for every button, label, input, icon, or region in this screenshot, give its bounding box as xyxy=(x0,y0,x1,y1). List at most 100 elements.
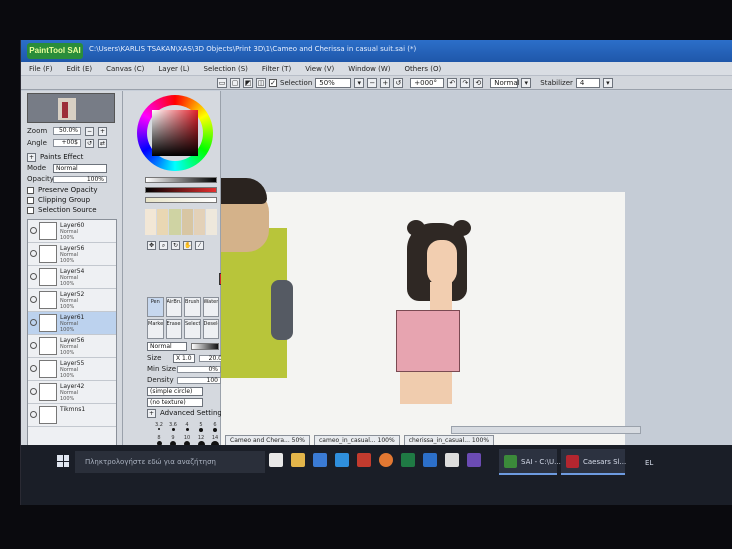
navigator-preview[interactable] xyxy=(27,93,115,123)
rotate-left-icon[interactable]: ↶ xyxy=(447,77,458,88)
canvas-area[interactable] xyxy=(221,91,732,461)
layer-item[interactable]: Layer55 Normal 100% xyxy=(28,358,116,381)
swatch[interactable] xyxy=(145,209,157,235)
eyedropper-icon[interactable]: ⁄ xyxy=(195,241,204,250)
color-slider-2[interactable] xyxy=(145,187,217,193)
saturation-value-square[interactable] xyxy=(152,110,198,156)
windows-start-icon[interactable] xyxy=(57,455,69,467)
zoom-dropdown-icon[interactable]: ▾ xyxy=(354,77,365,88)
eye-icon[interactable] xyxy=(30,227,37,234)
rotate-icon[interactable]: ↻ xyxy=(171,241,180,250)
blend-mode-select[interactable]: Normal xyxy=(490,77,520,88)
layer-item[interactable]: Layer52 Normal 100% xyxy=(28,289,116,312)
menu-canvas[interactable]: Canvas (C) xyxy=(106,65,144,73)
zoom-icon[interactable]: ⌕ xyxy=(159,241,168,250)
edge-icon[interactable] xyxy=(335,453,349,467)
show-selection-icon[interactable]: ◫ xyxy=(256,77,266,88)
selection-source-row[interactable]: Selection Source xyxy=(27,205,97,215)
zoom-plus-icon[interactable]: + xyxy=(98,126,107,136)
outlook-icon[interactable] xyxy=(423,453,437,467)
menu-others[interactable]: Others (O) xyxy=(405,65,442,73)
preserve-opacity-row[interactable]: Preserve Opacity xyxy=(27,185,98,195)
tool-brush[interactable]: Brush xyxy=(184,297,201,317)
menu-selection[interactable]: Selection (S) xyxy=(204,65,248,73)
swatch[interactable] xyxy=(157,209,169,235)
color-slider-3[interactable] xyxy=(145,197,217,203)
menu-layer[interactable]: Layer (L) xyxy=(158,65,189,73)
zoom-select[interactable]: 50% xyxy=(315,77,352,88)
tool-deselect[interactable]: Deselect xyxy=(202,319,219,339)
min-size-slider[interactable]: 0% xyxy=(177,365,221,373)
eye-icon[interactable] xyxy=(30,296,37,303)
onenote-icon[interactable] xyxy=(467,453,481,467)
rotate-right-icon[interactable]: ↷ xyxy=(460,77,471,88)
preserve-opacity-checkbox[interactable] xyxy=(27,186,34,194)
eye-icon[interactable] xyxy=(30,388,37,395)
zoom-in-icon[interactable]: + xyxy=(380,77,391,88)
angle-reset-icon[interactable]: ↺ xyxy=(85,138,94,148)
task-view-icon[interactable] xyxy=(269,453,283,467)
store-icon[interactable] xyxy=(313,453,327,467)
menu-edit[interactable]: Edit (E) xyxy=(66,65,92,73)
layer-item[interactable]: Layer56 Normal 100% xyxy=(28,243,116,266)
swatch[interactable] xyxy=(181,209,193,235)
eye-icon[interactable] xyxy=(30,365,37,372)
size-multiplier[interactable]: X 1.0 xyxy=(173,353,195,363)
clipping-group-checkbox[interactable] xyxy=(27,196,34,204)
rotate-reset-icon[interactable]: ⟲ xyxy=(473,77,484,88)
layer-item[interactable]: Layer42 Normal 100% xyxy=(28,381,116,404)
color-slider-1[interactable] xyxy=(145,177,217,183)
menu-file[interactable]: File (F) xyxy=(29,65,52,73)
advanced-row[interactable]: + Advanced Settings xyxy=(147,408,226,418)
brush-size-preset[interactable]: 6 xyxy=(209,422,221,433)
swatch[interactable] xyxy=(193,209,205,235)
paints-effect-row[interactable]: + Paints Effect xyxy=(27,152,83,162)
eye-icon[interactable] xyxy=(30,250,37,257)
brush-size-preset[interactable]: 3.6 xyxy=(167,422,179,433)
zoom-reset-icon[interactable]: ↺ xyxy=(393,77,404,88)
zoom-minus-icon[interactable]: − xyxy=(85,126,94,136)
stabilizer-dropdown-icon[interactable]: ▾ xyxy=(602,77,613,88)
layer-item[interactable]: Tikmns1 xyxy=(28,404,116,427)
eye-icon[interactable] xyxy=(30,273,37,280)
tool-select[interactable]: Select xyxy=(184,319,201,339)
horizontal-scrollbar[interactable] xyxy=(451,426,641,434)
taskbar-app-caesars[interactable]: Caesars Sl... xyxy=(561,449,626,475)
density-slider[interactable]: 100 xyxy=(177,376,221,384)
rotation-select[interactable]: +000° xyxy=(410,77,445,88)
eye-icon[interactable] xyxy=(30,342,37,349)
hand-icon[interactable]: ✋ xyxy=(183,241,192,250)
brush-size-preset[interactable]: 4 xyxy=(181,422,193,433)
swatch[interactable] xyxy=(205,209,217,235)
move-icon[interactable]: ✥ xyxy=(147,241,156,250)
file-explorer-icon[interactable] xyxy=(291,453,305,467)
brush-blend-select[interactable]: Normal xyxy=(147,341,187,351)
layer-item[interactable]: Layer54 Normal 100% xyxy=(28,266,116,289)
select-all-icon[interactable]: ▭ xyxy=(217,77,227,88)
taskbar-search[interactable]: Πληκτρολογήστε εδώ για αναζήτηση xyxy=(75,451,265,473)
layer-item-selected[interactable]: Layer61 Normal 100% xyxy=(28,312,116,335)
brush-size-preset[interactable]: 3.2 xyxy=(153,422,165,433)
swatch[interactable] xyxy=(169,209,181,235)
eye-icon[interactable] xyxy=(30,411,37,418)
office-icon[interactable] xyxy=(357,453,371,467)
layer-item[interactable]: Layer56 Normal 100% xyxy=(28,335,116,358)
stabilizer-select[interactable]: 4 xyxy=(575,77,600,88)
zoom-value[interactable]: 50.0% xyxy=(53,127,81,135)
language-indicator[interactable]: EL xyxy=(645,459,653,467)
tool-pen[interactable]: Pen xyxy=(147,297,164,317)
brush-texture-select[interactable]: (no texture) xyxy=(147,397,203,407)
tool-water[interactable]: Water xyxy=(202,297,219,317)
selection-source-checkbox[interactable] xyxy=(27,206,34,214)
paint3d-icon[interactable] xyxy=(445,453,459,467)
selection-checkbox[interactable]: ✓ xyxy=(269,78,277,87)
expand-icon[interactable]: + xyxy=(27,152,36,162)
layer-item[interactable]: Layer60 Normal 100% xyxy=(28,220,116,243)
tool-airbrush[interactable]: AirBrush xyxy=(165,297,182,317)
menu-view[interactable]: View (V) xyxy=(305,65,334,73)
invert-selection-icon[interactable]: ◩ xyxy=(243,77,253,88)
excel-icon[interactable] xyxy=(401,453,415,467)
brush-edge-shapes[interactable] xyxy=(191,342,219,350)
zoom-out-icon[interactable]: − xyxy=(367,77,378,88)
brush-size-preset[interactable]: 5 xyxy=(195,422,207,433)
